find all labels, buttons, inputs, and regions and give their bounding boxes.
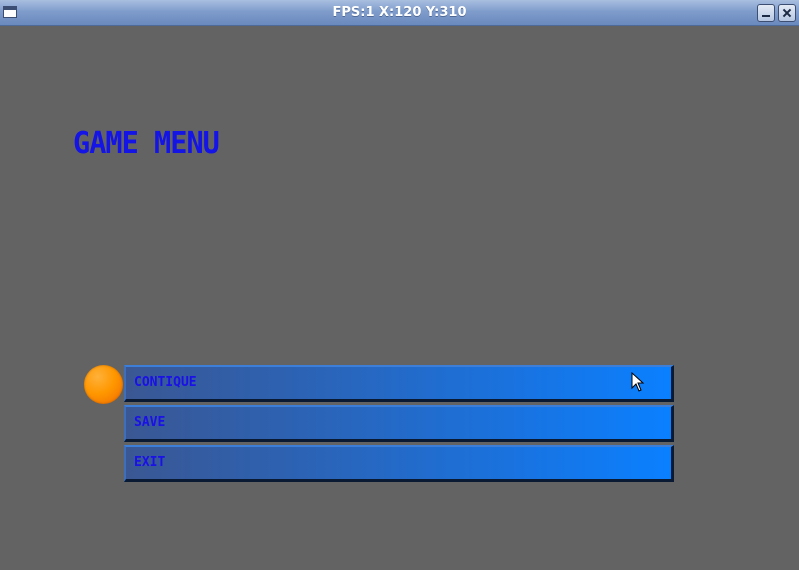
game-window: FPS:1 X:120 Y:310 GAME MENU CONTIQUE SAV… <box>0 0 799 570</box>
orb-selector-icon <box>84 365 123 404</box>
save-button-label: SAVE <box>134 415 166 430</box>
menu-title: GAME MENU <box>73 126 220 161</box>
close-icon[interactable] <box>778 4 796 22</box>
minimize-icon[interactable] <box>757 4 775 22</box>
exit-button-label: EXIT <box>134 455 166 470</box>
exit-button[interactable]: EXIT <box>124 445 674 482</box>
title-bar[interactable]: FPS:1 X:120 Y:310 <box>0 0 799 26</box>
continue-button-label: CONTIQUE <box>134 375 197 390</box>
window-title: FPS:1 X:120 Y:310 <box>332 5 467 20</box>
continue-button[interactable]: CONTIQUE <box>124 365 674 402</box>
save-button[interactable]: SAVE <box>124 405 674 442</box>
mouse-pointer-icon <box>631 372 645 392</box>
